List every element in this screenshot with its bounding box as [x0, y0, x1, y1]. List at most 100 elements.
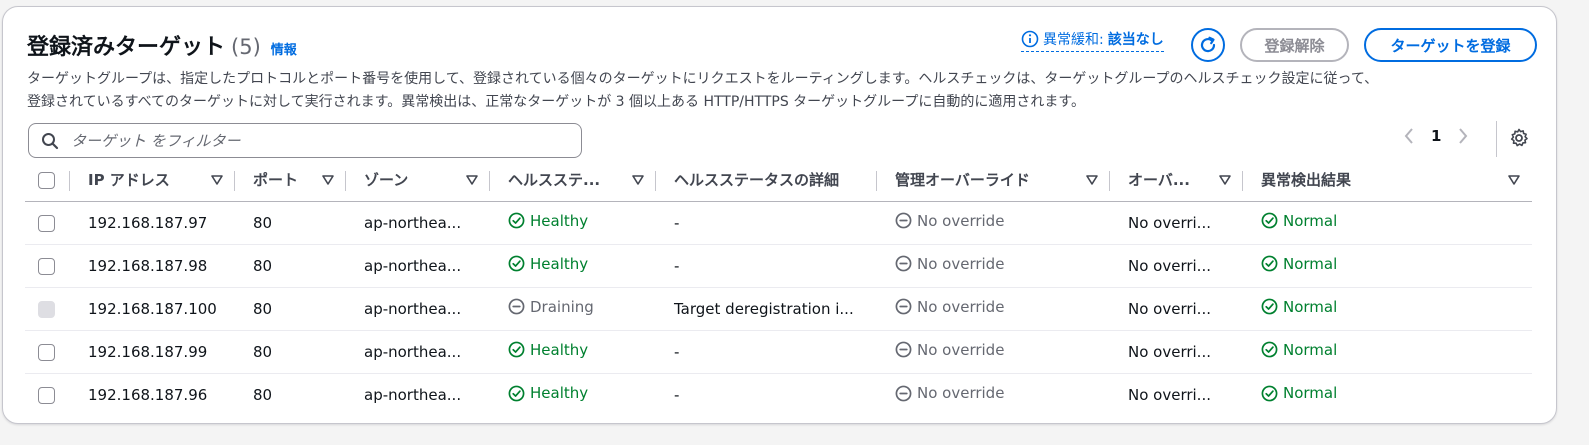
column-header-admin-override[interactable]: 管理オーバーライド — [877, 159, 1110, 202]
health-status-label: Healthy — [530, 340, 589, 359]
health-detail-cell: - — [674, 385, 680, 404]
row-checkbox[interactable] — [38, 257, 55, 275]
sort-icon[interactable] — [1508, 174, 1520, 185]
sort-icon[interactable] — [322, 174, 334, 185]
description-line-1: ターゲットグループは、指定したプロトコルとポート番号を使用して、登録されている個… — [27, 71, 1379, 87]
override-cell: No overri... — [1110, 201, 1243, 245]
anomaly-label: 異常緩和: — [1043, 32, 1104, 48]
admin-override: No override — [895, 212, 1004, 230]
row-checkbox[interactable] — [38, 386, 55, 404]
row-select-cell — [25, 330, 70, 374]
page-title: 登録済みターゲット — [27, 35, 226, 60]
zone-cell: ap-northea... — [346, 201, 490, 245]
ip-cell: 192.168.187.97 — [70, 201, 235, 245]
preferences-button[interactable] — [1509, 128, 1529, 152]
health-detail-cell: - — [656, 201, 877, 245]
override-cell: No overri... — [1128, 385, 1211, 404]
admin-override: No override — [895, 298, 1004, 316]
deregister-button[interactable]: 登録解除 — [1240, 28, 1349, 62]
table-row[interactable]: 192.168.187.99 80 ap-northea... Healthy … — [25, 330, 1532, 374]
select-all-checkbox[interactable] — [38, 171, 55, 189]
health-status-label: Healthy — [530, 211, 589, 230]
minus-circle-icon — [895, 341, 912, 358]
filter-input[interactable] — [69, 130, 549, 151]
admin-override-label: No override — [917, 254, 1005, 273]
row-checkbox — [38, 300, 55, 318]
health-status: Draining — [508, 298, 594, 316]
table-row[interactable]: 192.168.187.97 80 ap-northea... Healthy … — [25, 201, 1532, 245]
check-circle-icon — [1261, 255, 1278, 272]
minus-circle-icon — [895, 255, 912, 272]
chevron-left-icon[interactable] — [1403, 127, 1415, 145]
ip-cell: 192.168.187.96 — [88, 385, 208, 404]
anomaly-result-cell: Normal — [1243, 330, 1532, 374]
health-status-label: Draining — [530, 297, 594, 316]
anomaly-result-label: Normal — [1283, 340, 1338, 359]
row-checkbox[interactable] — [38, 214, 55, 232]
pager-divider — [1496, 121, 1497, 157]
health-status: Healthy — [508, 341, 588, 359]
anomaly-result-label: Normal — [1283, 297, 1338, 316]
column-header-ip[interactable]: IP アドレス — [70, 159, 235, 202]
admin-override: No override — [895, 384, 1004, 402]
table-row[interactable]: 192.168.187.100 80 ap-northea... Drainin… — [25, 287, 1532, 331]
info-icon — [1021, 30, 1039, 48]
health-status-cell: Healthy — [490, 373, 656, 416]
column-header-port[interactable]: ポート — [235, 159, 346, 202]
check-circle-icon — [1261, 298, 1278, 315]
admin-override-label: No override — [917, 297, 1005, 316]
current-page[interactable]: 1 — [1431, 127, 1441, 145]
search-icon — [42, 132, 59, 149]
health-status-label: Healthy — [530, 384, 589, 402]
anomaly-mitigation-status[interactable]: 異常緩和: 該当なし — [1021, 29, 1164, 52]
sort-icon[interactable] — [1086, 174, 1098, 185]
health-status-cell: Healthy — [490, 201, 656, 245]
table-row[interactable]: 192.168.187.98 80 ap-northea... Healthy … — [25, 244, 1532, 288]
admin-override-cell: No override — [877, 244, 1110, 288]
column-header-anomaly[interactable]: 異常検出結果 — [1243, 159, 1532, 202]
register-targets-button[interactable]: ターゲットを登録 — [1364, 28, 1537, 62]
anomaly-result-cell: Normal — [1243, 244, 1532, 288]
sort-icon[interactable] — [211, 174, 223, 185]
description-line-2: 登録されているすべてのターゲットに対して実行されます。異常検出は、正常なターゲッ… — [27, 94, 1085, 110]
admin-override: No override — [895, 255, 1004, 273]
minus-circle-icon — [895, 385, 912, 401]
admin-override-cell: No override — [877, 373, 1110, 416]
row-checkbox[interactable] — [38, 343, 55, 361]
title-row: 登録済みターゲット (5) 情報 — [27, 29, 297, 61]
anomaly-result-label: Normal — [1283, 384, 1338, 402]
admin-override-cell: No override — [877, 287, 1110, 331]
anomaly-result: Normal — [1261, 212, 1337, 230]
info-link[interactable]: 情報 — [271, 39, 297, 58]
targets-table: IP アドレス ポート ゾーン ヘルスステ... ヘルスステータスの詳細 管理オ… — [25, 159, 1532, 416]
sort-icon[interactable] — [466, 174, 478, 185]
sort-icon[interactable] — [1219, 174, 1231, 185]
admin-override-cell: No override — [877, 201, 1110, 245]
refresh-button[interactable] — [1191, 28, 1225, 62]
target-count: (5) — [231, 35, 261, 59]
health-status: Healthy — [508, 384, 588, 402]
column-header-override[interactable]: オーバ... — [1110, 159, 1243, 202]
health-status-cell: Healthy — [490, 330, 656, 374]
select-all-cell — [25, 159, 70, 202]
port-cell: 80 — [235, 287, 346, 331]
table-row[interactable]: 192.168.187.96 80 ap-northea... Healthy … — [25, 373, 1532, 416]
port-cell: 80 — [235, 330, 346, 374]
zone-cell: ap-northea... — [346, 244, 490, 288]
sort-icon[interactable] — [632, 174, 644, 185]
health-detail-cell: - — [656, 330, 877, 374]
admin-override-label: No override — [917, 384, 1005, 402]
health-status-cell: Healthy — [490, 244, 656, 288]
minus-circle-icon — [895, 298, 912, 315]
column-header-health-status[interactable]: ヘルスステ... — [490, 159, 656, 202]
filter-search[interactable] — [28, 123, 582, 158]
check-circle-icon — [508, 255, 525, 272]
admin-override-label: No override — [917, 340, 1005, 359]
zone-cell: ap-northea... — [364, 385, 462, 404]
column-header-health-detail[interactable]: ヘルスステータスの詳細 — [656, 159, 877, 202]
column-header-zone[interactable]: ゾーン — [346, 159, 490, 202]
port-cell: 80 — [253, 385, 273, 404]
chevron-right-icon[interactable] — [1457, 127, 1469, 145]
ip-cell: 192.168.187.100 — [70, 287, 235, 331]
check-circle-icon — [508, 341, 525, 358]
